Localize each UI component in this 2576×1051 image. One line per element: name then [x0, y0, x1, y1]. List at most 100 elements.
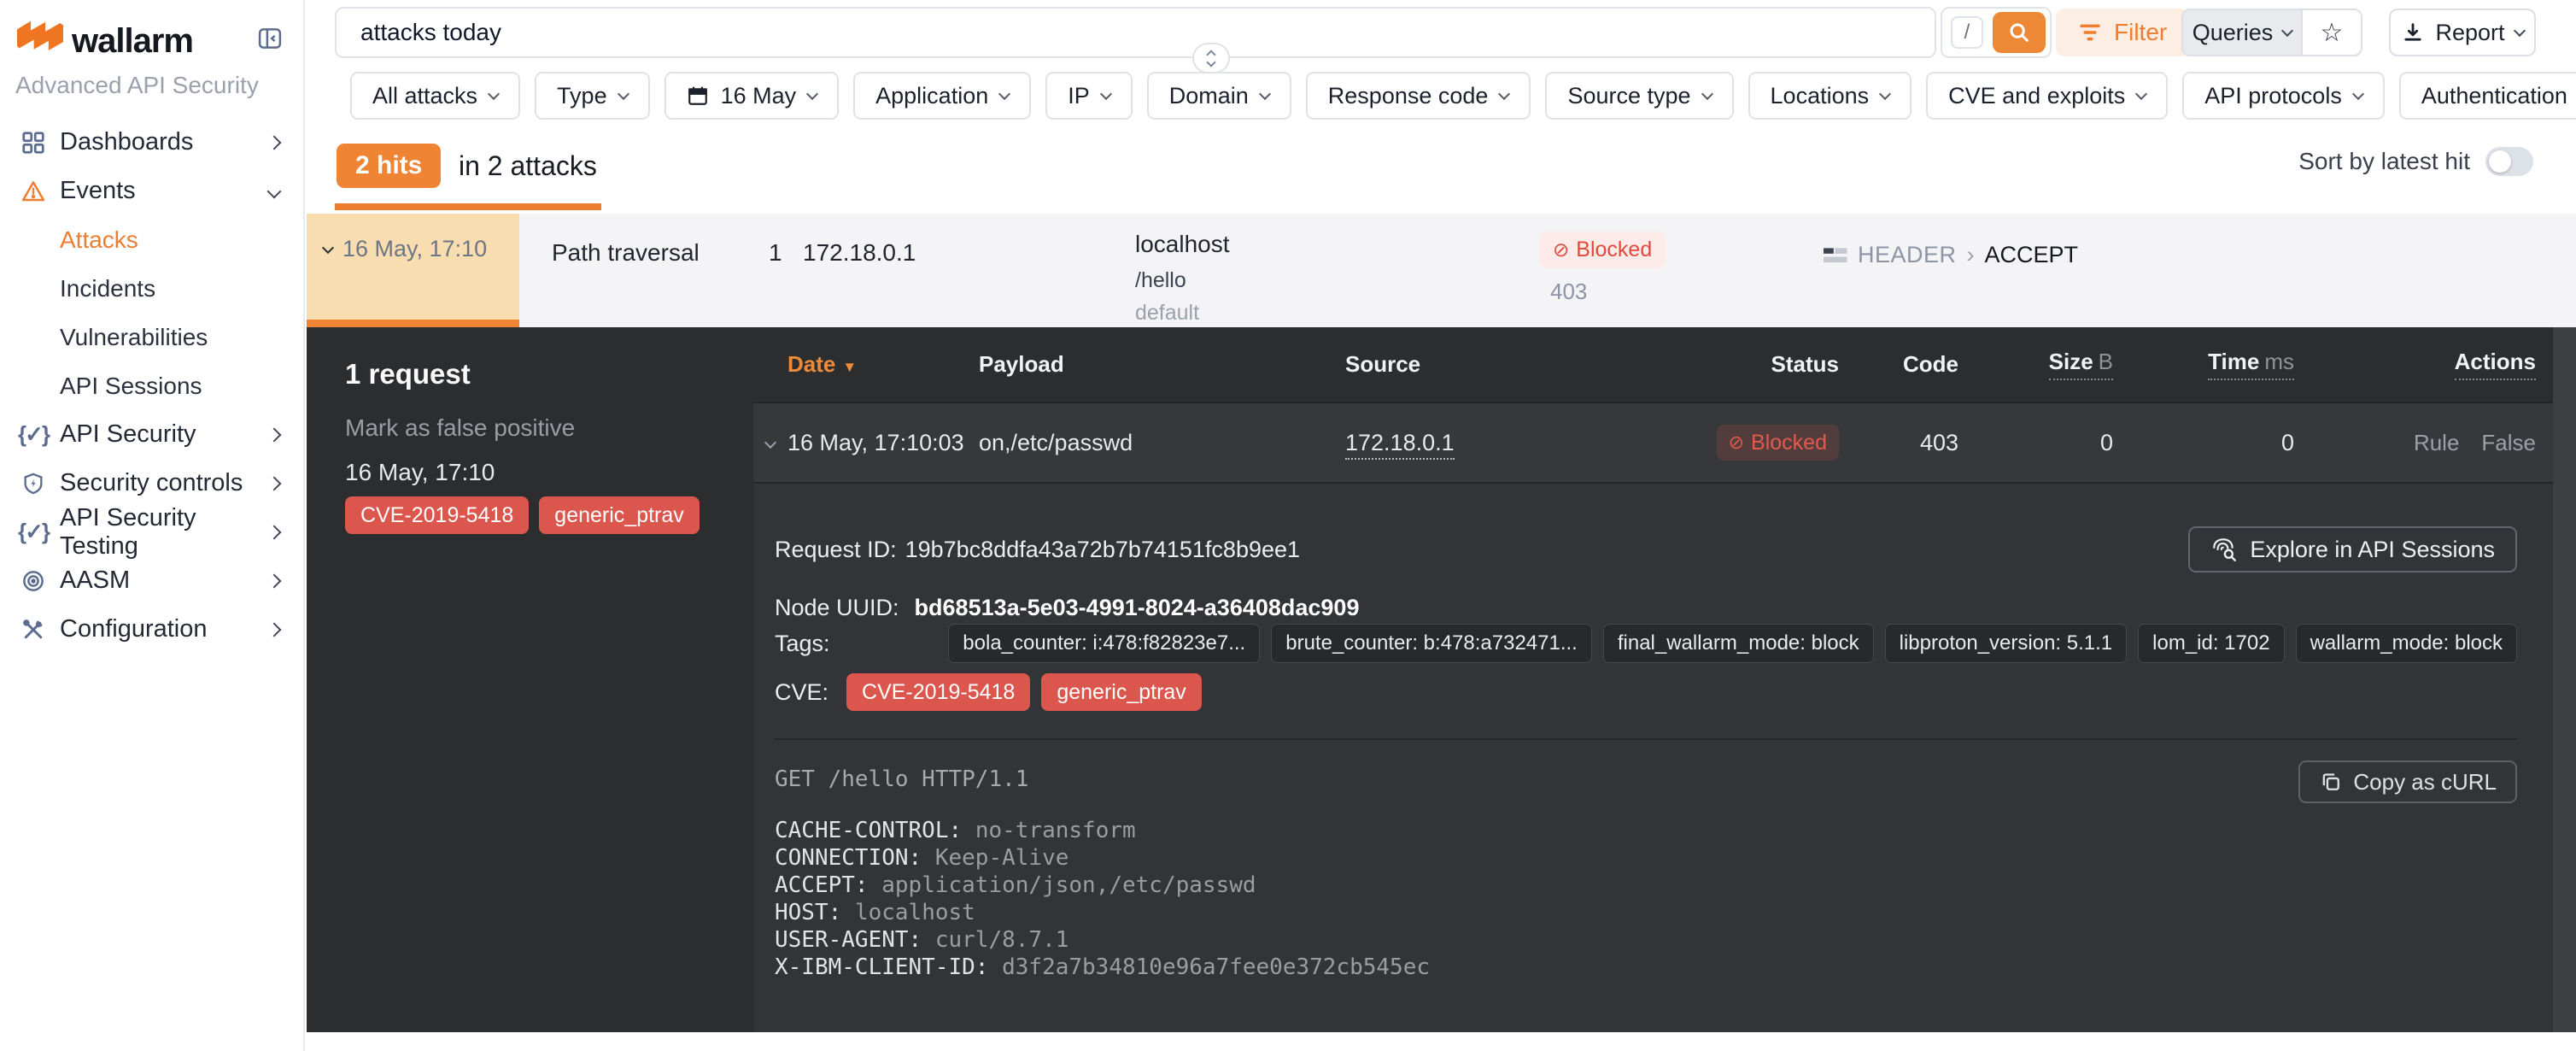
chip-label: Domain [1169, 83, 1249, 109]
chip-label: All attacks [372, 83, 477, 109]
brand-name: wallarm [72, 22, 193, 61]
copy-as-curl-button[interactable]: Copy as cURL [2298, 760, 2517, 803]
chevron-down-icon [1498, 88, 1510, 100]
status-badge: ⊘ Blocked [1539, 232, 1666, 268]
chevron-down-icon [322, 241, 334, 253]
sidebar-item-configuration[interactable]: Configuration [0, 605, 303, 654]
search-button[interactable] [1993, 12, 2046, 53]
attack-type: Path traversal [552, 239, 700, 267]
point-separator: › [1967, 242, 1975, 268]
column-time: Timems [2113, 349, 2294, 380]
filter-chip-locations[interactable]: Locations [1748, 72, 1912, 120]
search-actions-group: / [1941, 7, 2052, 58]
request-id-value: 19b7bc8ddfa43a72b7b74151fc8b9ee1 [905, 537, 1300, 563]
attack-row[interactable]: 16 May, 17:10 Path traversal 1 172.18.0.… [307, 214, 2576, 327]
sort-control: Sort by latest hit [2298, 147, 2533, 176]
cve-badge[interactable]: CVE-2019-5418 [345, 496, 529, 534]
blocked-icon: ⊘ [1729, 432, 1744, 454]
request-time: 16 May, 17:10 [345, 459, 495, 486]
tag-chip[interactable]: libproton_version: 5.1.1 [1885, 624, 2128, 663]
toggle-knob [2489, 150, 2511, 173]
cve-badge[interactable]: generic_ptrav [539, 496, 699, 534]
sidebar-item-label: Attacks [60, 226, 138, 254]
request-status-badge: ⊘Blocked [1717, 425, 1839, 461]
filter-chip-ip[interactable]: IP [1045, 72, 1133, 120]
filter-chip-domain[interactable]: Domain [1147, 72, 1291, 120]
tag-chip[interactable]: lom_id: 1702 [2138, 624, 2284, 663]
mark-false-positive-link[interactable]: Mark as false positive [345, 414, 575, 442]
filter-chip-api-protocols[interactable]: API protocols [2182, 72, 2385, 120]
braces-check-icon: {✓} [19, 519, 48, 545]
filter-chip-date[interactable]: 16 May [664, 72, 840, 120]
sort-desc-icon: ▼ [842, 359, 857, 375]
search-input[interactable] [335, 7, 1936, 58]
sidebar-item-api-sessions[interactable]: API Sessions [0, 361, 303, 410]
requests-table: Date▼ Payload Source Status Code SizeB T… [753, 327, 2553, 484]
cve-badge[interactable]: generic_ptrav [1041, 673, 1201, 711]
sidebar-item-incidents[interactable]: Incidents [0, 264, 303, 313]
sidebar-item-label: API Sessions [60, 373, 202, 400]
collapse-sidebar-icon[interactable] [257, 26, 283, 56]
chevron-down-icon [1100, 88, 1112, 100]
column-date[interactable]: Date▼ [787, 351, 979, 378]
attack-active-bar [307, 320, 519, 327]
chevron-down-icon [618, 88, 629, 100]
chip-label: API protocols [2204, 83, 2342, 109]
chevron-down-icon [1701, 88, 1712, 100]
filter-icon [2078, 22, 2102, 43]
attack-path: /hello [1135, 268, 1230, 293]
panel-scrollbar[interactable] [2553, 327, 2576, 1032]
favorite-star-button[interactable]: ☆ [2301, 10, 2361, 55]
sidebar-item-vulnerabilities[interactable]: Vulnerabilities [0, 313, 303, 361]
report-button[interactable]: Report [2389, 9, 2536, 56]
sidebar-nav: Dashboards Events Attacks Incidents Vuln… [0, 118, 303, 654]
sort-toggle[interactable] [2485, 147, 2533, 176]
node-uuid-row: Node UUID: bd68513a-5e03-4991-8024-a3640… [775, 595, 1359, 621]
sidebar-item-events[interactable]: Events [0, 167, 303, 215]
header-point-icon [1824, 246, 1847, 265]
filter-chip-response-code[interactable]: Response code [1306, 72, 1531, 120]
chevron-down-icon [2513, 25, 2525, 37]
logo-row: wallarm [0, 15, 303, 67]
sidebar: wallarm Advanced API Security Dashboards… [0, 0, 305, 1051]
sidebar-item-api-security-testing[interactable]: {✓} API Security Testing [0, 508, 303, 556]
sidebar-item-aasm[interactable]: AASM [0, 556, 303, 605]
request-summary-column: 1 request Mark as false positive 16 May,… [307, 327, 753, 1032]
filter-button[interactable]: Filter [2056, 9, 2189, 56]
column-payload: Payload [979, 351, 1345, 378]
sidebar-item-attacks[interactable]: Attacks [0, 215, 303, 264]
star-icon: ☆ [2321, 18, 2344, 48]
request-duration: 0 [2113, 430, 2294, 456]
chip-label: IP [1068, 83, 1090, 109]
request-source-link[interactable]: 172.18.0.1 [1345, 430, 1455, 460]
request-detail-panel: 1 request Mark as false positive 16 May,… [307, 327, 2576, 1032]
filter-chip-cve-exploits[interactable]: CVE and exploits [1926, 72, 2168, 120]
false-action-link[interactable]: False [2481, 430, 2536, 456]
filter-chip-application[interactable]: Application [853, 72, 1031, 120]
filter-chip-all-attacks[interactable]: All attacks [350, 72, 520, 120]
filter-chip-authentication[interactable]: Authentication [2399, 72, 2576, 120]
chip-label: Response code [1328, 83, 1489, 109]
sidebar-item-security-controls[interactable]: Security controls [0, 459, 303, 508]
tag-chip[interactable]: final_wallarm_mode: block [1603, 624, 1874, 663]
queries-dropdown[interactable]: Queries [2183, 10, 2301, 55]
sidebar-item-dashboards[interactable]: Dashboards [0, 118, 303, 167]
attack-target: localhost /hello default [1135, 231, 1230, 326]
filter-chip-type[interactable]: Type [535, 72, 650, 120]
sidebar-item-api-security[interactable]: {✓} API Security [0, 410, 303, 459]
tag-chip[interactable]: brute_counter: b:478:a732471... [1271, 624, 1592, 663]
filter-chip-source-type[interactable]: Source type [1545, 72, 1733, 120]
attack-time-cell[interactable]: 16 May, 17:10 [307, 214, 519, 327]
collapse-filters-handle[interactable] [1192, 43, 1230, 73]
sidebar-item-label: Events [60, 177, 136, 205]
tag-chip[interactable]: wallarm_mode: block [2296, 624, 2517, 663]
tag-chip[interactable]: bola_counter: i:478:f82823e7... [948, 624, 1260, 663]
cve-badge[interactable]: CVE-2019-5418 [846, 673, 1030, 711]
chip-label: Source type [1567, 83, 1690, 109]
request-row[interactable]: 16 May, 17:10:03 on,/etc/passwd 172.18.0… [753, 403, 2553, 484]
cve-row: CVE: CVE-2019-5418 generic_ptrav [775, 673, 1202, 711]
warning-triangle-icon [19, 179, 48, 204]
sidebar-item-label: AASM [60, 567, 130, 595]
explore-api-sessions-button[interactable]: Explore in API Sessions [2188, 526, 2517, 572]
rule-action-link[interactable]: Rule [2414, 430, 2459, 456]
